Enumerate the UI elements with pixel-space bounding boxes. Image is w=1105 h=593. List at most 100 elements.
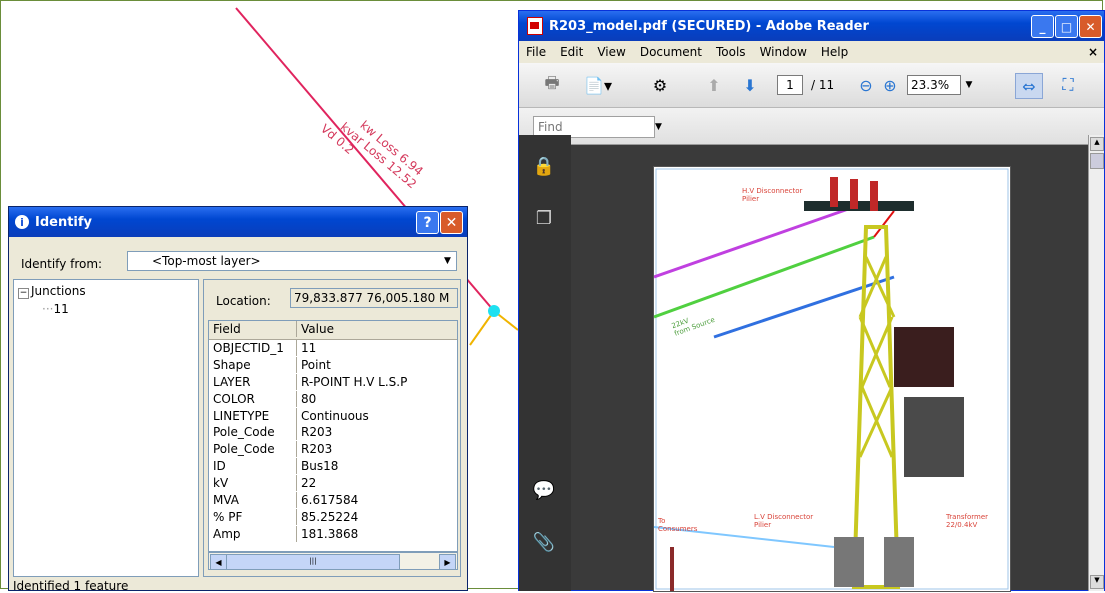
comments-icon[interactable]: 💬 bbox=[533, 479, 555, 501]
zoom-out-icon[interactable]: ⊖ bbox=[857, 73, 875, 97]
create-pdf-icon[interactable]: 📄▾ bbox=[581, 73, 615, 97]
menu-edit[interactable]: Edit bbox=[553, 45, 590, 59]
next-page-icon[interactable]: ⬇ bbox=[739, 73, 761, 97]
value-cell: R-POINT H.V L.S.P bbox=[301, 374, 408, 389]
menu-help[interactable]: Help bbox=[814, 45, 855, 59]
consumers-label: To Consumers bbox=[658, 517, 698, 533]
vertical-scrollbar[interactable]: ▲ ▼ bbox=[1088, 135, 1104, 591]
info-icon: i bbox=[15, 215, 29, 229]
previous-page-icon[interactable]: ⬆ bbox=[703, 73, 725, 97]
menu-close-icon[interactable]: × bbox=[1088, 45, 1098, 59]
print-icon[interactable]: 🖶 bbox=[539, 73, 565, 97]
scroll-down-icon[interactable]: ▼ bbox=[1090, 575, 1104, 589]
scroll-left-icon[interactable]: ◀ bbox=[210, 554, 227, 570]
field-cell: % PF bbox=[209, 508, 297, 525]
table-row[interactable]: Amp 181.3868 bbox=[209, 525, 457, 543]
lock-icon[interactable]: 🔒 bbox=[533, 155, 555, 177]
value-cell: 11 bbox=[301, 341, 317, 355]
field-cell: LINETYPE bbox=[209, 407, 297, 424]
find-dropdown-icon[interactable]: ▼ bbox=[655, 122, 662, 132]
fit-width-icon[interactable]: ⇔ bbox=[1015, 73, 1043, 99]
field-cell: OBJECTID_1 bbox=[209, 340, 297, 356]
collaborate-icon[interactable]: ⚙ bbox=[647, 73, 673, 97]
field-cell: Pole_Code bbox=[209, 441, 297, 458]
minimize-button[interactable]: _ bbox=[1031, 15, 1054, 38]
table-row[interactable]: LAYER R-POINT H.V L.S.P bbox=[209, 373, 457, 391]
table-row[interactable]: MVA 6.617584 bbox=[209, 492, 457, 509]
value-cell: R203 bbox=[301, 425, 333, 440]
maximize-button[interactable]: □ bbox=[1055, 15, 1078, 38]
value-cell: Point bbox=[301, 357, 331, 372]
identify-from-label: Identify from: bbox=[21, 257, 103, 271]
reader-titlebar[interactable]: R203_model.pdf (SECURED) - Adobe Reader … bbox=[519, 11, 1104, 41]
location-field[interactable]: 79,833.877 76,005.180 M bbox=[290, 288, 458, 308]
identify-title: Identify bbox=[35, 214, 93, 230]
identify-from-value: <Top-most layer> bbox=[152, 254, 261, 268]
value-cell: 80 bbox=[301, 391, 317, 406]
field-cell: LAYER bbox=[209, 373, 297, 390]
table-row[interactable]: Pole_Code R203 bbox=[209, 441, 457, 458]
column-header-value[interactable]: Value bbox=[297, 321, 457, 337]
tree-node-label: 11 bbox=[53, 302, 69, 316]
identify-titlebar[interactable]: i Identify ? ✕ bbox=[9, 207, 467, 237]
tree-node-feature[interactable]: ···11 bbox=[42, 302, 69, 316]
menu-bar: File Edit View Document Tools Window Hel… bbox=[519, 41, 1104, 63]
scroll-right-icon[interactable]: ▶ bbox=[439, 554, 456, 570]
close-button[interactable]: ✕ bbox=[1079, 15, 1102, 38]
table-row[interactable]: Pole_Code R203 bbox=[209, 424, 457, 441]
attribute-grid[interactable]: Field Value OBJECTID_1 11 Shape Point LAYER R… bbox=[208, 320, 458, 552]
detail-panel: Location: 79,833.877 76,005.180 M Field … bbox=[203, 279, 461, 577]
pdf-icon bbox=[527, 17, 543, 35]
column-header-field[interactable]: Field bbox=[209, 321, 297, 337]
identify-from-dropdown[interactable]: <Top-most layer> ▼ bbox=[127, 251, 457, 271]
value-cell: 22 bbox=[301, 476, 317, 491]
fit-page-icon[interactable]: ⛶ bbox=[1057, 73, 1079, 97]
scroll-up-icon[interactable]: ▲ bbox=[1090, 137, 1104, 151]
table-row[interactable]: ID Bus18 bbox=[209, 458, 457, 475]
chevron-down-icon[interactable]: ▼ bbox=[438, 252, 456, 270]
value-cell: Bus18 bbox=[301, 459, 339, 474]
tree-node-junctions[interactable]: − Junctions bbox=[18, 284, 86, 299]
results-tree[interactable]: − Junctions ···11 bbox=[13, 279, 199, 577]
pages-icon[interactable]: ❐ bbox=[533, 207, 555, 229]
zoom-input[interactable]: 23.3% bbox=[907, 75, 961, 95]
help-button[interactable]: ? bbox=[416, 211, 439, 234]
page-number-input[interactable]: 1 bbox=[777, 75, 803, 95]
table-row[interactable]: Shape Point bbox=[209, 356, 457, 374]
value-cell: 181.3868 bbox=[301, 526, 359, 541]
menu-file[interactable]: File bbox=[519, 45, 553, 59]
attachment-icon[interactable]: 📎 bbox=[533, 531, 555, 553]
table-row[interactable]: LINETYPE Continuous bbox=[209, 407, 457, 425]
table-row[interactable]: kV 22 bbox=[209, 475, 457, 492]
zoom-in-icon[interactable]: ⊕ bbox=[881, 73, 899, 97]
table-row[interactable]: OBJECTID_1 11 bbox=[209, 340, 457, 357]
field-cell: Amp bbox=[209, 525, 297, 542]
tree-node-label: Junctions bbox=[31, 284, 86, 298]
scroll-thumb[interactable]: ||| bbox=[226, 554, 400, 570]
value-cell: 6.617584 bbox=[301, 493, 359, 508]
scroll-thumb[interactable] bbox=[1090, 153, 1104, 169]
horizontal-scrollbar[interactable]: ◀ ||| ▶ bbox=[208, 552, 458, 570]
main-toolbar: 🖶 📄▾ ⚙ ⬆ ⬇ 1 / 11 ⊖ ⊕ 23.3% ▼ ⇔ ⛶ bbox=[519, 63, 1104, 108]
page-total: / 11 bbox=[811, 78, 835, 92]
transformer-label: Transformer 22/0.4kV bbox=[946, 513, 989, 529]
field-cell: Pole_Code bbox=[209, 424, 297, 441]
menu-tools[interactable]: Tools bbox=[709, 45, 753, 59]
reader-title: R203_model.pdf (SECURED) - Adobe Reader bbox=[549, 18, 869, 34]
table-row[interactable]: % PF 85.25224 bbox=[209, 508, 457, 526]
menu-document[interactable]: Document bbox=[633, 45, 709, 59]
field-cell: ID bbox=[209, 458, 297, 475]
pdf-page[interactable]: H.V Disconnector Pilier 22kV from Source… bbox=[653, 166, 1011, 592]
menu-window[interactable]: Window bbox=[753, 45, 814, 59]
zoom-dropdown-icon[interactable]: ▼ bbox=[963, 73, 975, 97]
field-cell: Shape bbox=[209, 356, 297, 373]
table-row[interactable]: COLOR 80 bbox=[209, 390, 457, 408]
collapse-icon[interactable]: − bbox=[18, 288, 29, 299]
identify-window: i Identify ? ✕ Identify from: <Top-most … bbox=[8, 206, 468, 593]
hv-disconnector-label: H.V Disconnector Pilier bbox=[742, 187, 803, 203]
navigation-rail: 🔒 ❐ 💬 📎 bbox=[519, 135, 571, 591]
menu-view[interactable]: View bbox=[590, 45, 632, 59]
close-button[interactable]: ✕ bbox=[440, 211, 463, 234]
find-toolbar: Find ▼ bbox=[519, 108, 1104, 145]
field-cell: MVA bbox=[209, 492, 297, 509]
